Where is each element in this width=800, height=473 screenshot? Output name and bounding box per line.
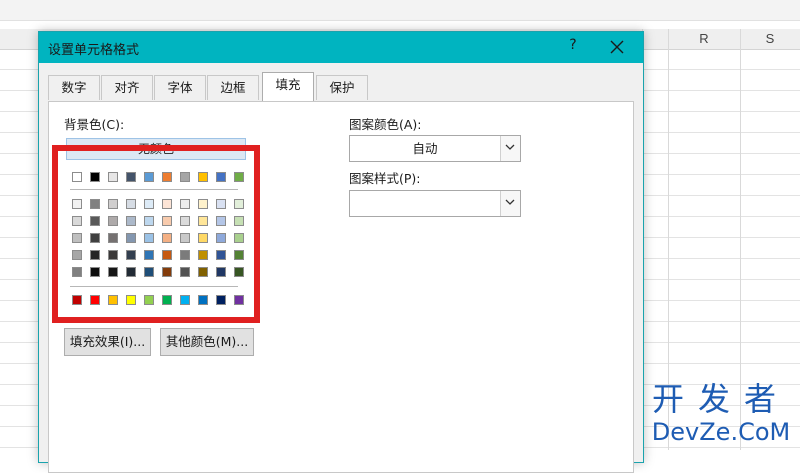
tab-fill[interactable]: 填充 (262, 72, 314, 101)
pattern-color-label: 图案颜色(A): (349, 117, 422, 132)
column-header-s[interactable]: S (740, 29, 800, 49)
pattern-style-label: 图案样式(P): (349, 171, 421, 186)
tab-number[interactable]: 数字 (48, 75, 100, 100)
column-header-r[interactable]: R (668, 29, 740, 49)
dialog-titlebar[interactable]: 设置单元格格式 ? (39, 32, 643, 63)
dialog-title: 设置单元格格式 (48, 43, 140, 58)
fill-effects-button[interactable]: 填充效果(I)... (64, 328, 151, 356)
tab-border[interactable]: 边框 (207, 75, 259, 100)
site-watermark: 开发者 DevZe.CoM (642, 381, 800, 447)
watermark-en: DevZe.CoM (651, 418, 791, 446)
background-color-label: 背景色(C): (64, 117, 125, 132)
pattern-style-value (350, 191, 500, 216)
chevron-down-icon[interactable] (500, 136, 520, 161)
pattern-color-value: 自动 (412, 141, 438, 156)
tab-protection[interactable]: 保护 (316, 75, 368, 100)
close-icon (610, 40, 624, 54)
tab-font[interactable]: 字体 (154, 75, 206, 100)
close-button[interactable] (605, 35, 629, 59)
chevron-down-icon[interactable] (500, 191, 520, 216)
pattern-color-dropdown[interactable]: 自动 (349, 135, 521, 162)
annotation-highlight-box (52, 145, 260, 323)
help-button[interactable]: ? (564, 37, 582, 57)
pattern-style-dropdown[interactable] (349, 190, 521, 217)
tab-alignment[interactable]: 对齐 (101, 75, 153, 100)
watermark-cn: 开发者 (651, 380, 790, 418)
excel-ribbon-edge (0, 0, 800, 21)
more-colors-button[interactable]: 其他颜色(M)... (160, 328, 254, 356)
